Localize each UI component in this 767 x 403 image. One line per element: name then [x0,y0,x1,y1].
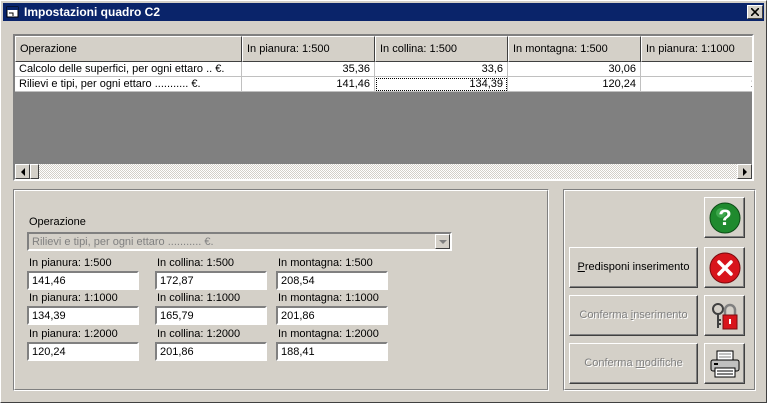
conferma-mod-label-a: Conferma [584,357,636,369]
pianura-500-input[interactable]: 141,46 [27,271,139,290]
conferma-mod-label-b: odifiche [644,357,683,369]
field-label: In collina: 1:2000 [157,328,241,340]
table-row[interactable]: Rilievi e tipi, per ogni ettaro ........… [15,77,752,92]
collina-500-input[interactable]: 172,87 [155,271,267,290]
svg-text:?: ? [718,205,731,230]
app-window-icon [6,6,19,18]
dropdown-button[interactable] [435,234,450,249]
scroll-left-button[interactable] [15,164,30,179]
conferma-inserimento-button[interactable]: Conferma inserimento [569,295,698,336]
field-label: In montagna: 1:500 [278,257,373,269]
table-cell[interactable]: 42 [641,62,752,77]
field-label: In pianura: 1:1000 [29,292,118,304]
operazione-select-value: Rilievi e tipi, per ogni ettaro ........… [32,236,214,248]
field-label: In collina: 1:500 [157,257,235,269]
table-cell[interactable]: Rilievi e tipi, per ogni ettaro ........… [15,77,242,92]
column-header[interactable]: In collina: 1:500 [375,36,508,62]
table-cell[interactable]: 141,46 [242,77,375,92]
field-label: In montagna: 1:2000 [278,328,379,340]
operazione-select[interactable]: Rilievi e tipi, per ogni ettaro ........… [27,232,452,251]
chevron-down-icon [439,240,447,244]
scroll-thumb[interactable] [30,164,39,179]
predisponi-mnemonic: P [577,261,585,273]
scroll-right-button[interactable] [737,164,752,179]
collina-2000-input[interactable]: 201,86 [155,342,267,361]
field-label: In pianura: 1:2000 [29,328,118,340]
collina-1000-input[interactable]: 165,79 [155,306,267,325]
lock-button[interactable] [704,295,745,336]
table-cell[interactable]: Calcolo delle superfici, per ogni ettaro… [15,62,242,77]
field-label: In pianura: 1:500 [29,257,112,269]
close-icon [751,8,759,16]
table-cell[interactable]: 35,36 [242,62,375,77]
main-window: Impostazioni quadro C2 Operazione In pia… [0,0,767,403]
table-row[interactable]: Calcolo delle superfici, per ogni ettaro… [15,62,752,77]
predisponi-label: redisponi inserimento [584,261,690,273]
conferma-ins-label-a: Conferma [579,309,631,321]
column-header[interactable]: Operazione [15,36,242,62]
conferma-mod-mnemonic: m [635,357,645,369]
printer-icon [710,350,740,378]
operazione-label: Operazione [29,216,86,228]
table-cell[interactable]: 172 [641,77,752,92]
window-title: Impostazioni quadro C2 [24,5,161,19]
column-header[interactable]: In pianura: 1:500 [242,36,375,62]
arrow-right-icon [743,168,747,176]
pianura-2000-input[interactable]: 120,24 [27,342,139,361]
cancel-button[interactable] [704,247,745,288]
data-grid[interactable]: Operazione In pianura: 1:500 In collina:… [13,34,754,181]
grid-header-row: Operazione In pianura: 1:500 In collina:… [15,36,752,62]
conferma-modifiche-button[interactable]: Conferma modifiche [569,343,698,384]
table-cell-selected[interactable]: 134,39 [375,77,508,92]
cancel-icon [709,252,741,284]
montagna-1000-input[interactable]: 201,86 [276,306,388,325]
help-icon: ? [709,202,741,234]
horizontal-scrollbar[interactable] [15,164,752,179]
close-button[interactable] [747,5,763,19]
pianura-1000-input[interactable]: 134,39 [27,306,139,325]
title-bar: Impostazioni quadro C2 [3,3,764,21]
arrow-left-icon [21,168,25,176]
montagna-500-input[interactable]: 208,54 [276,271,388,290]
lock-keys-icon [712,303,738,330]
field-label: In montagna: 1:1000 [278,292,379,304]
predisponi-inserimento-button[interactable]: Predisponi inserimento [569,247,698,288]
table-cell[interactable]: 120,24 [508,77,641,92]
table-cell[interactable]: 30,06 [508,62,641,77]
column-header[interactable]: In pianura: 1:1000 [641,36,752,62]
field-label: In collina: 1:1000 [157,292,241,304]
help-button[interactable]: ? [704,197,745,238]
print-button[interactable] [704,343,745,384]
montagna-2000-input[interactable]: 188,41 [276,342,388,361]
column-header[interactable]: In montagna: 1:500 [508,36,641,62]
table-cell[interactable]: 33,6 [375,62,508,77]
conferma-ins-label-b: nserimento [633,309,688,321]
